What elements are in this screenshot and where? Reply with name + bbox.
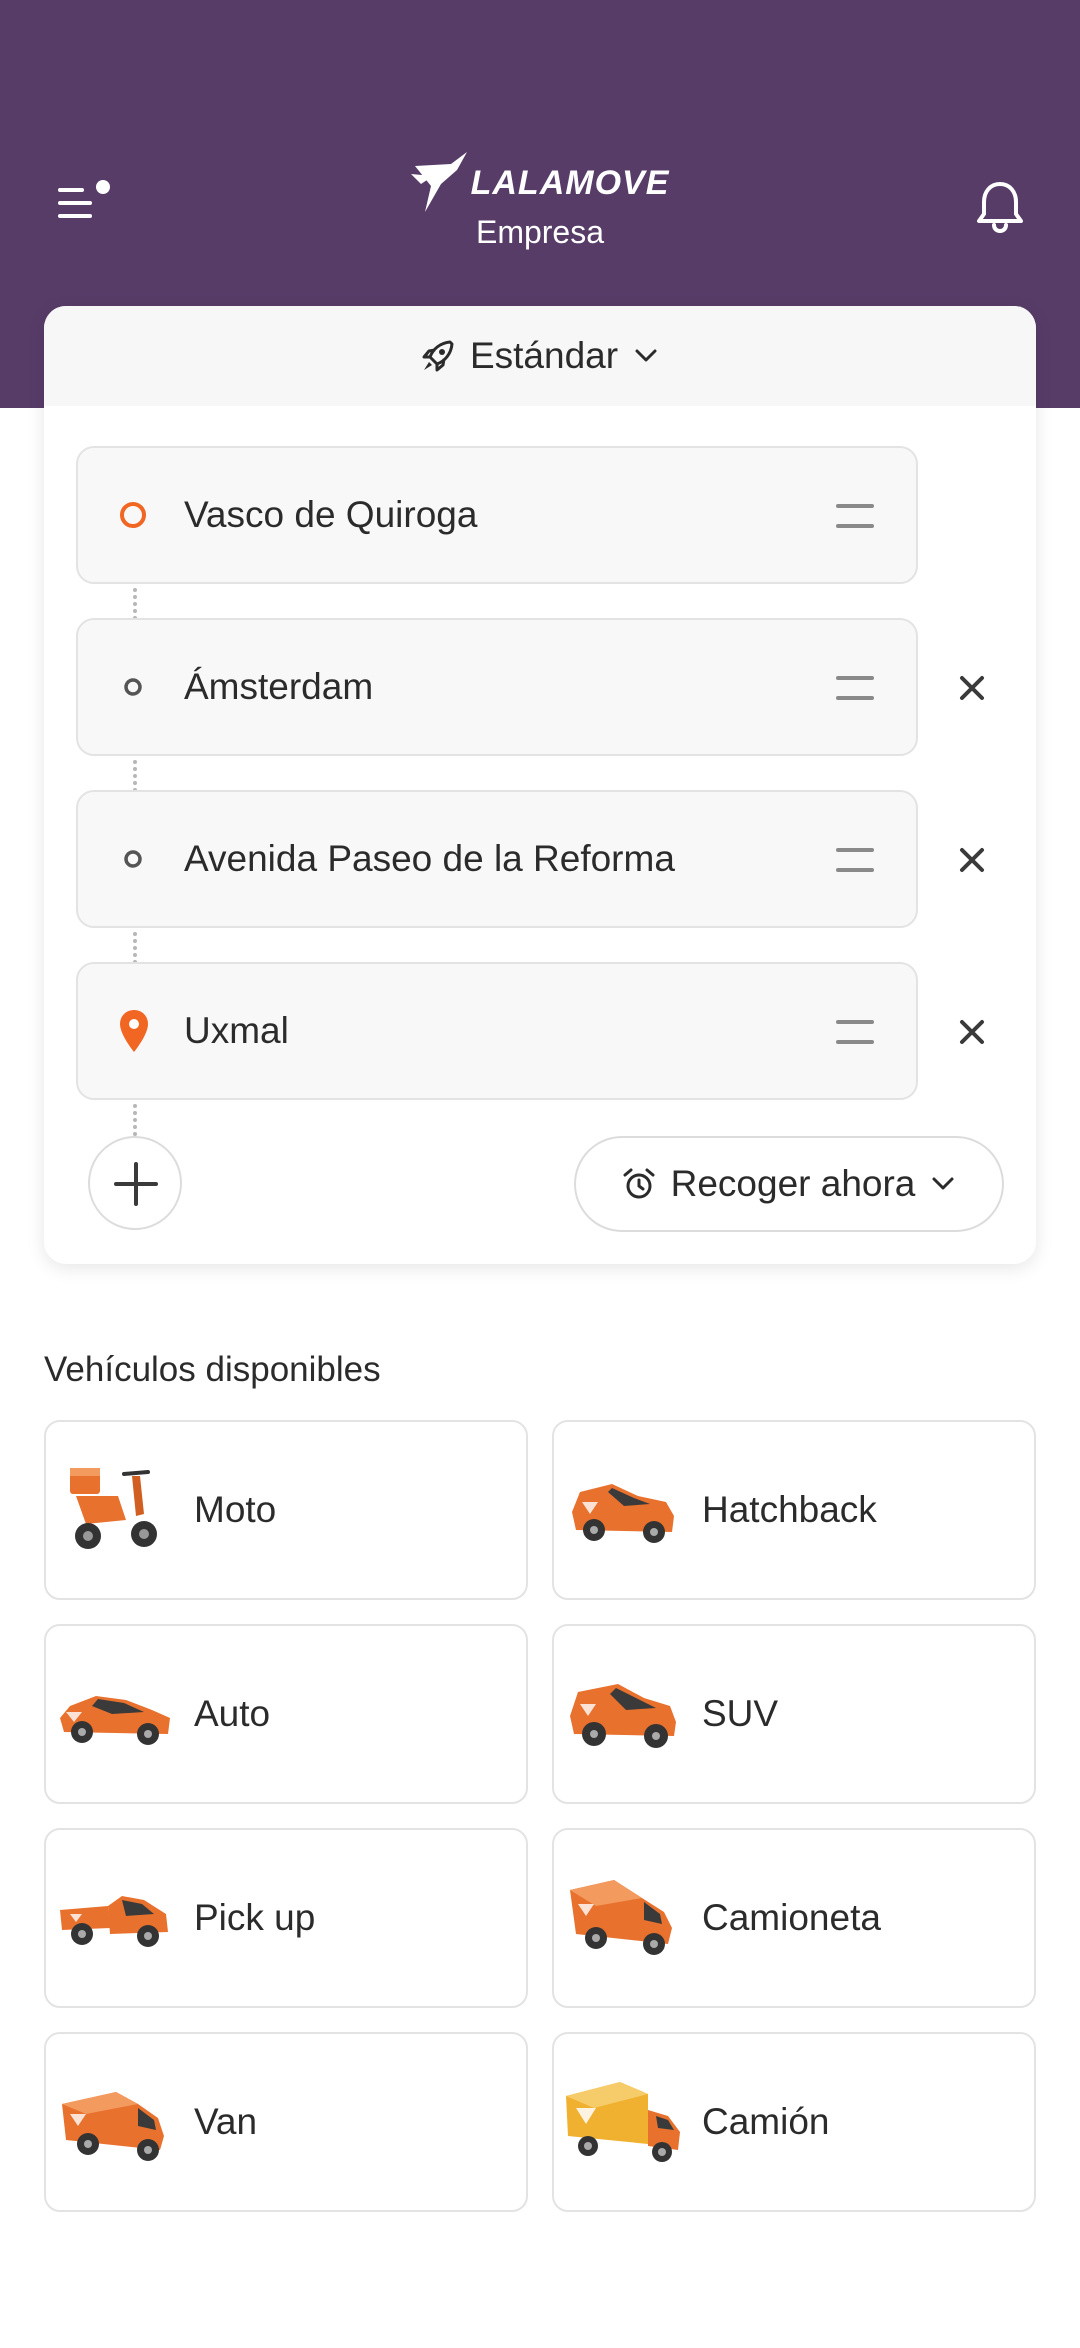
vehicle-name: Pick up: [194, 1897, 316, 1938]
service-label: Estándar: [469, 335, 619, 376]
stop-label: Ámsterdam: [184, 666, 374, 707]
vehicle-card-camioneta[interactable]: Camioneta: [552, 1828, 1036, 2008]
menu-button[interactable]: [52, 178, 112, 228]
drag-handle-icon[interactable]: [836, 1020, 874, 1046]
stop-waypoint[interactable]: Ámsterdam: [76, 618, 918, 756]
stop-label: Vasco de Quiroga: [184, 494, 478, 535]
pickup-truck-icon: [60, 1896, 168, 1947]
close-icon[interactable]: [952, 840, 992, 880]
vehicle-name: Hatchback: [702, 1489, 877, 1530]
chevron-down-icon: [932, 1177, 954, 1190]
route-connector: [133, 932, 137, 964]
truck-icon: [566, 2082, 680, 2162]
vehicle-name: Auto: [194, 1693, 271, 1734]
waypoint-dot-icon: [124, 678, 142, 696]
vehicles-section-title: Vehículos disponibles: [44, 1350, 381, 1389]
pickup-circle-icon: [120, 502, 146, 528]
plus-icon: [114, 1162, 158, 1206]
route-connector: [133, 1104, 137, 1136]
brand-logo: LALAMOVE Empresa: [380, 148, 700, 258]
vehicle-card-moto[interactable]: Moto: [44, 1420, 528, 1600]
suv-icon: [570, 1684, 676, 1748]
vehicle-card-auto[interactable]: Auto: [44, 1624, 528, 1804]
bell-icon[interactable]: [970, 176, 1030, 236]
hummingbird-icon: [410, 152, 467, 212]
brand-subtitle: Empresa: [475, 214, 605, 250]
stop-label: Uxmal: [184, 1010, 289, 1051]
close-icon[interactable]: [952, 668, 992, 708]
cargo-van-icon: [570, 1880, 672, 1955]
vehicle-card-camion[interactable]: Camión: [552, 2032, 1036, 2212]
drag-handle-icon[interactable]: [836, 504, 874, 530]
pickup-time-selector[interactable]: Recoger ahora: [574, 1136, 1004, 1232]
vehicle-card-pickup[interactable]: Pick up: [44, 1828, 528, 2008]
drag-handle-icon[interactable]: [836, 676, 874, 702]
vehicle-name: Camión: [702, 2101, 830, 2142]
vehicle-name: Camioneta: [702, 1897, 881, 1938]
route-card: Estándar Vasco de Quiroga Ámsterdam Aven…: [44, 306, 1036, 1264]
vehicle-name: SUV: [702, 1693, 779, 1734]
waypoint-dot-icon: [124, 850, 142, 868]
rocket-icon: [422, 340, 454, 372]
vehicle-card-van[interactable]: Van: [44, 2032, 528, 2212]
vehicle-card-hatchback[interactable]: Hatchback: [552, 1420, 1036, 1600]
location-pin-icon: [120, 1010, 148, 1052]
stop-destination[interactable]: Uxmal: [76, 962, 918, 1100]
pickup-time-label: Recoger ahora: [670, 1163, 916, 1204]
vehicle-name: Moto: [194, 1489, 277, 1530]
add-stop-button[interactable]: [88, 1136, 182, 1230]
service-selector[interactable]: Estándar: [44, 306, 1036, 406]
menu-line: [58, 188, 84, 192]
route-connector: [133, 760, 137, 792]
hatchback-icon: [572, 1484, 674, 1543]
alarm-clock-icon: [623, 1168, 655, 1199]
menu-line: [58, 201, 92, 205]
van-icon: [62, 2092, 164, 2161]
vehicle-name: Van: [194, 2101, 258, 2142]
sedan-icon: [60, 1696, 170, 1745]
vehicle-card-suv[interactable]: SUV: [552, 1624, 1036, 1804]
close-icon[interactable]: [952, 1012, 992, 1052]
stop-pickup[interactable]: Vasco de Quiroga: [76, 446, 918, 584]
drag-handle-icon[interactable]: [836, 848, 874, 874]
notification-dot: [96, 180, 110, 194]
stop-waypoint[interactable]: Avenida Paseo de la Reforma: [76, 790, 918, 928]
motorcycle-icon: [70, 1468, 157, 1549]
stop-label: Avenida Paseo de la Reforma: [184, 838, 675, 879]
menu-line: [58, 214, 92, 218]
logo-text: LALAMOVE: [470, 163, 670, 202]
route-connector: [133, 588, 137, 620]
chevron-down-icon: [635, 349, 657, 362]
